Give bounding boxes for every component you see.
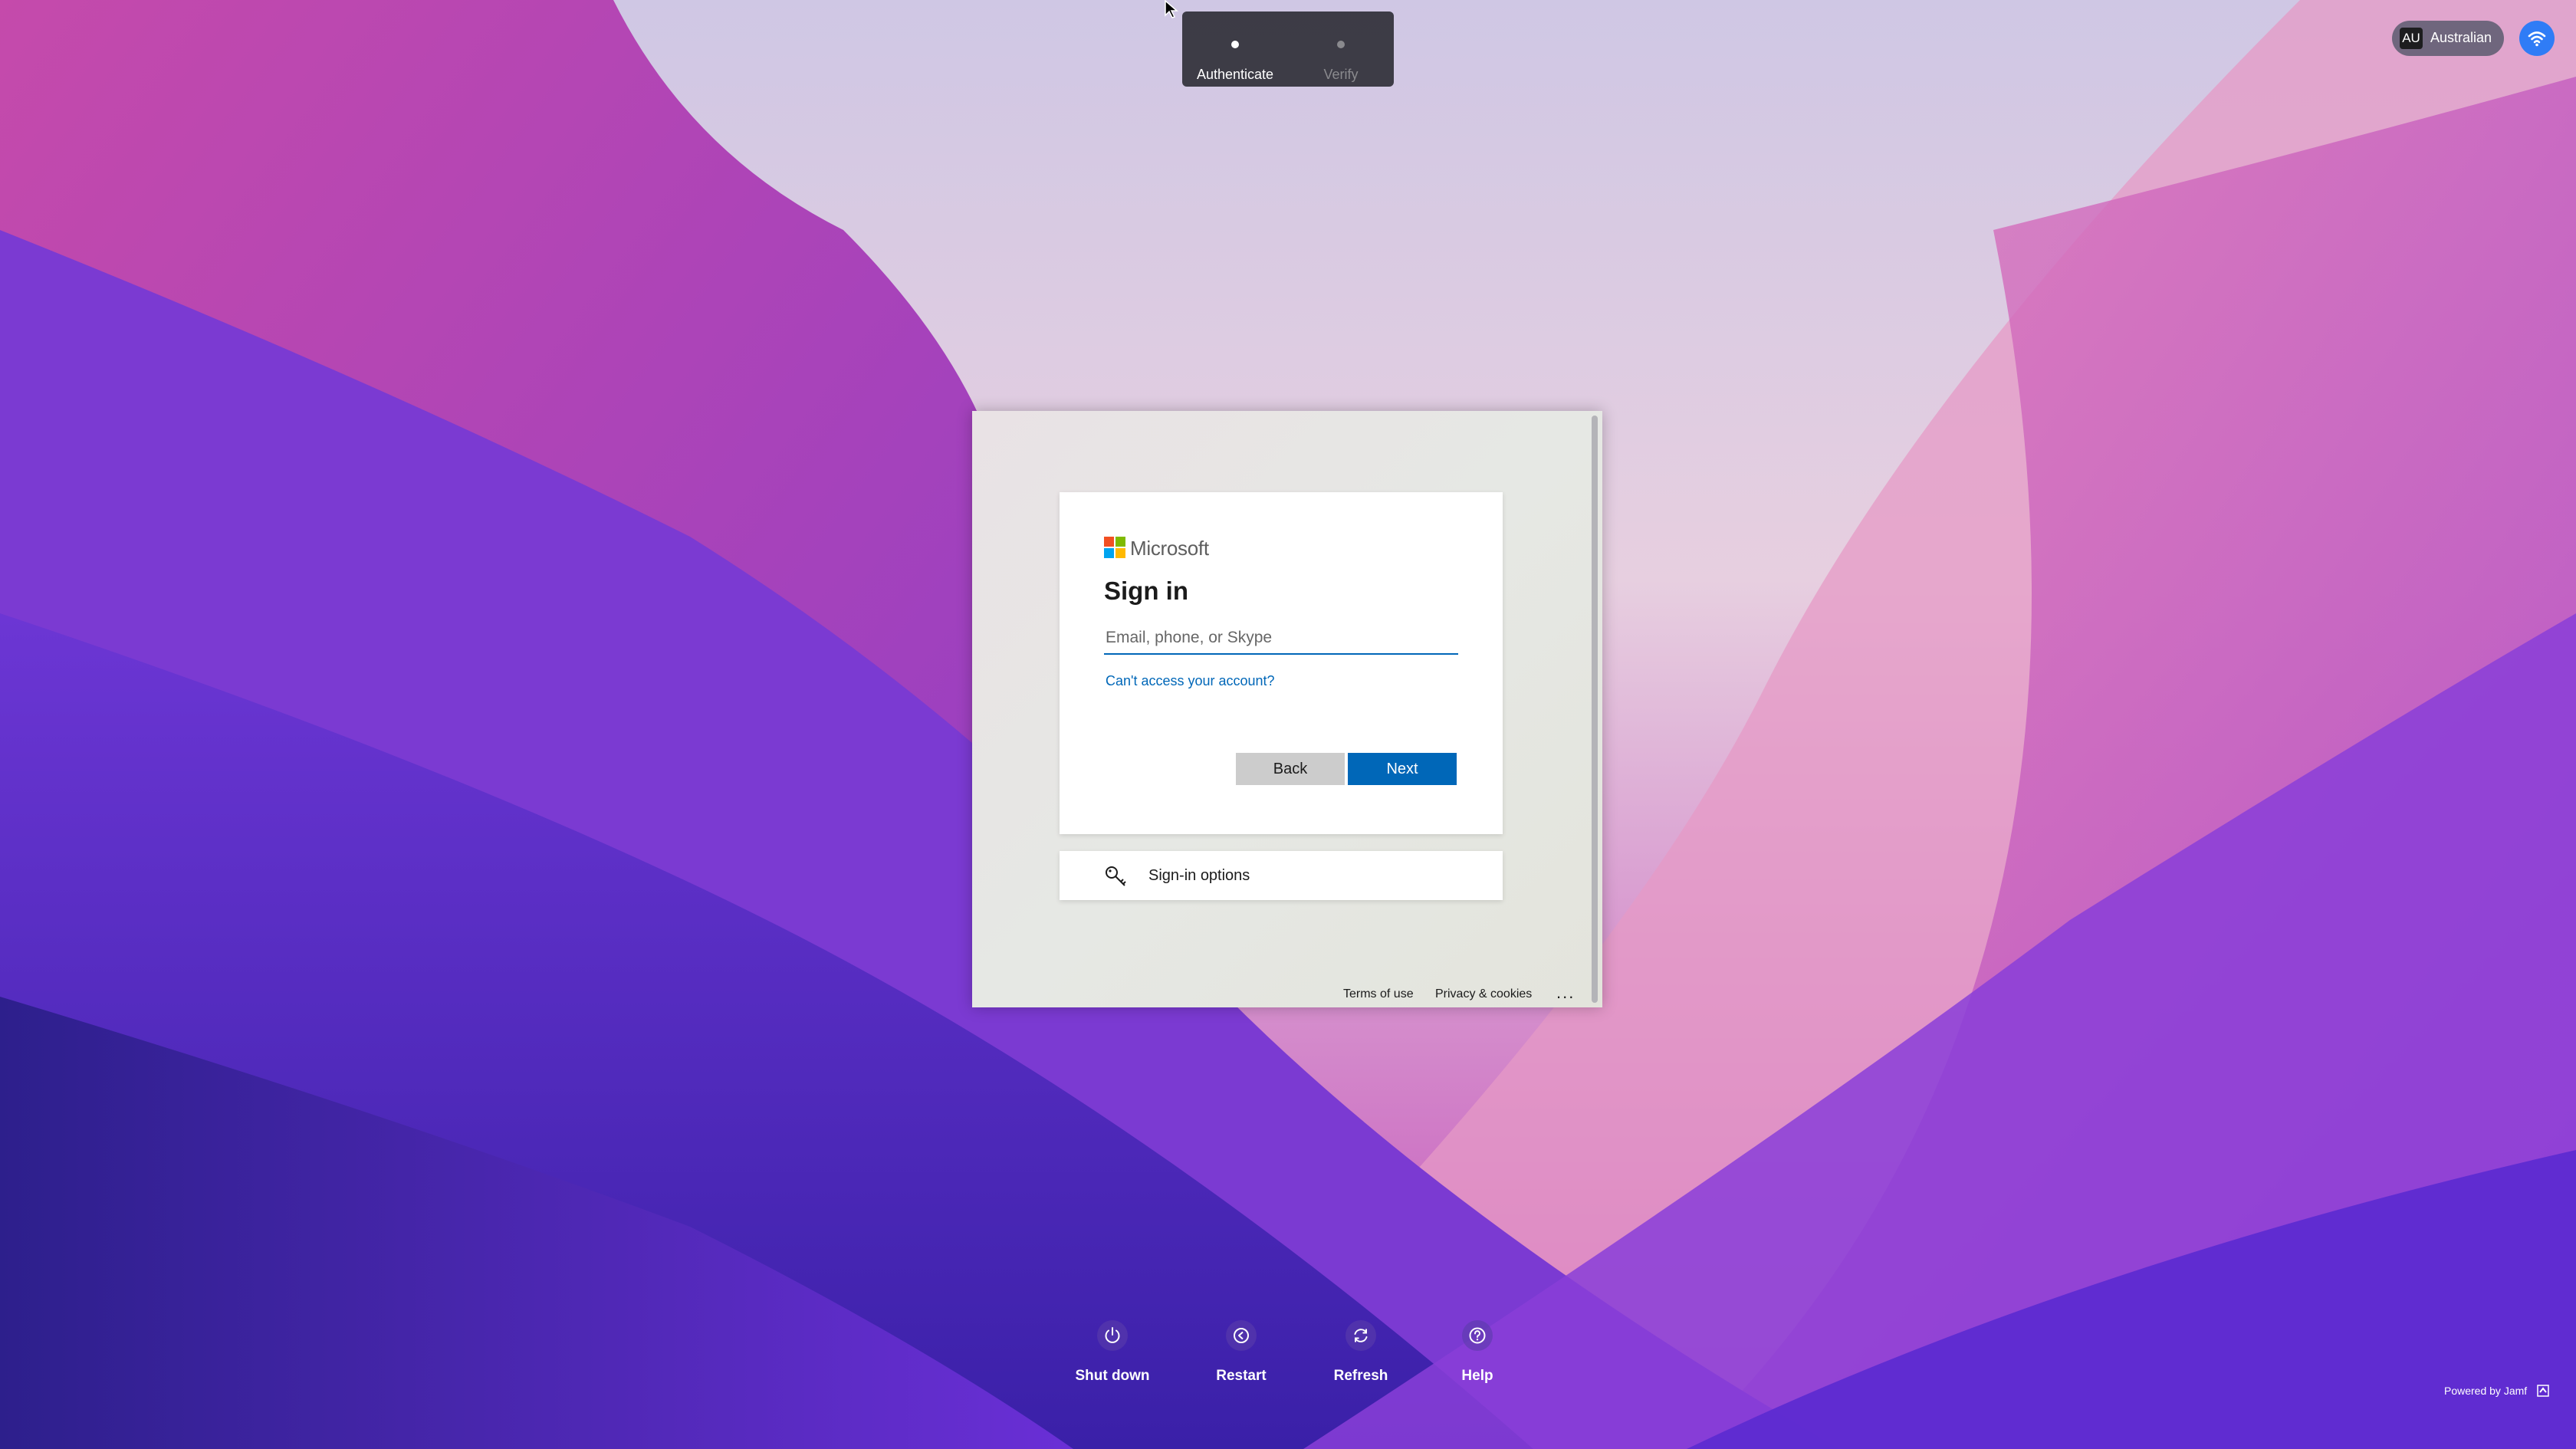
restart-icon [1234, 1328, 1249, 1343]
page-title: Sign in [1104, 577, 1188, 605]
help-circle [1462, 1320, 1493, 1351]
help-label: Help [1461, 1368, 1493, 1384]
email-input[interactable] [1104, 623, 1458, 655]
webview-scrollbar[interactable] [1592, 416, 1598, 1003]
privacy-cookies-link[interactable]: Privacy & cookies [1435, 987, 1532, 1001]
setup-steps-indicator: Authenticate Verify [1182, 12, 1394, 87]
signin-options-button[interactable]: Sign-in options [1060, 851, 1503, 900]
language-name: Australian [2430, 30, 2492, 45]
step-verify: Verify [1288, 12, 1394, 87]
step-authenticate: Authenticate [1182, 12, 1288, 87]
microsoft-logo-icon [1104, 537, 1125, 558]
step-dot-inactive [1337, 41, 1345, 48]
input-language-button[interactable]: AU Australian [2392, 21, 2504, 56]
step-label: Authenticate [1196, 67, 1274, 82]
language-code-badge: AU [2400, 28, 2423, 49]
wifi-icon [2528, 31, 2546, 47]
key-icon [1106, 866, 1126, 886]
refresh-label: Refresh [1333, 1368, 1388, 1384]
brand-name: Microsoft [1130, 537, 1209, 560]
next-button[interactable]: Next [1348, 753, 1457, 785]
signin-webview: Microsoft Sign in Can't access your acco… [972, 411, 1602, 1007]
mouse-cursor-icon [1165, 0, 1179, 18]
cant-access-account-link[interactable]: Can't access your account? [1106, 673, 1275, 689]
step-dot-active [1231, 41, 1239, 48]
restart-circle [1226, 1320, 1257, 1351]
shut-down-circle [1097, 1320, 1128, 1351]
jamf-logo-icon [2537, 1385, 2549, 1397]
more-options-button[interactable]: ... [1556, 983, 1575, 1003]
terms-of-use-link[interactable]: Terms of use [1343, 987, 1414, 1001]
power-icon [1105, 1327, 1120, 1343]
powered-by-jamf-label: Powered by Jamf [2444, 1385, 2528, 1397]
restart-label: Restart [1216, 1368, 1267, 1384]
signin-card: Microsoft Sign in Can't access your acco… [1060, 492, 1503, 834]
refresh-icon [1354, 1329, 1368, 1342]
help-icon [1469, 1327, 1486, 1344]
back-button[interactable]: Back [1236, 753, 1345, 785]
wifi-button[interactable] [2519, 21, 2555, 56]
shut-down-label: Shut down [1075, 1368, 1150, 1384]
refresh-circle [1346, 1320, 1376, 1351]
signin-options-label: Sign-in options [1148, 867, 1250, 884]
step-label: Verify [1323, 67, 1359, 82]
